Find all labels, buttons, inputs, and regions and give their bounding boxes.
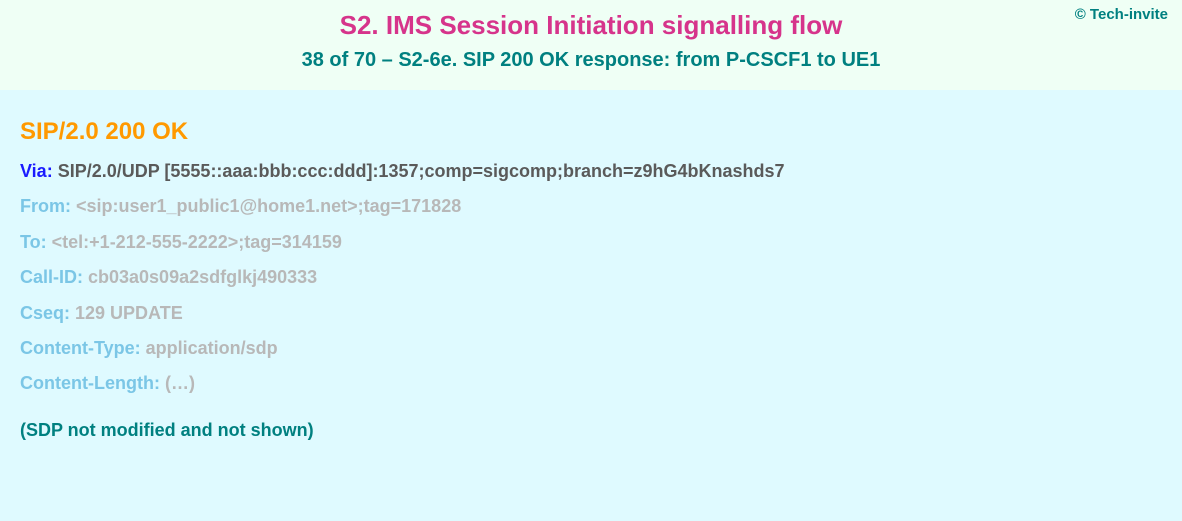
header-row: From: <sip:user1_public1@home1.net>;tag=…: [20, 195, 1162, 218]
header-value: <tel:+1-212-555-2222>;tag=314159: [47, 232, 342, 252]
header-value: application/sdp: [141, 338, 278, 358]
header-row: Via: SIP/2.0/UDP [5555::aaa:bbb:ccc:ddd]…: [20, 160, 1162, 183]
header-value: 129 UPDATE: [70, 303, 183, 323]
header-row: Content-Length: (…): [20, 372, 1162, 395]
message-content: SIP/2.0 200 OK Via: SIP/2.0/UDP [5555::a…: [0, 90, 1182, 441]
request-line: SIP/2.0 200 OK: [20, 118, 1162, 146]
header-value: <sip:user1_public1@home1.net>;tag=171828: [71, 196, 461, 216]
header-row: Content-Type: application/sdp: [20, 337, 1162, 360]
header-value: cb03a0s09a2sdfglkj490333: [83, 267, 317, 287]
header-row: Call-ID: cb03a0s09a2sdfglkj490333: [20, 266, 1162, 289]
header-name: Content-Length:: [20, 373, 160, 393]
header-name: Cseq:: [20, 303, 70, 323]
header-row: Cseq: 129 UPDATE: [20, 302, 1162, 325]
page-title: S2. IMS Session Initiation signalling fl…: [0, 10, 1182, 41]
page-subtitle: 38 of 70 – S2-6e. SIP 200 OK response: f…: [0, 49, 1182, 72]
header-block: © Tech-invite S2. IMS Session Initiation…: [0, 0, 1182, 90]
copyright-text: © Tech-invite: [1075, 6, 1168, 23]
header-name: Call-ID:: [20, 267, 83, 287]
header-value: SIP/2.0/UDP [5555::aaa:bbb:ccc:ddd]:1357…: [53, 161, 785, 181]
header-name: To:: [20, 232, 47, 252]
sdp-note: (SDP not modified and not shown): [20, 420, 1162, 441]
header-name: From:: [20, 196, 71, 216]
header-value: (…): [160, 373, 195, 393]
header-name: Content-Type:: [20, 338, 141, 358]
header-row: To: <tel:+1-212-555-2222>;tag=314159: [20, 231, 1162, 254]
header-name: Via:: [20, 161, 53, 181]
